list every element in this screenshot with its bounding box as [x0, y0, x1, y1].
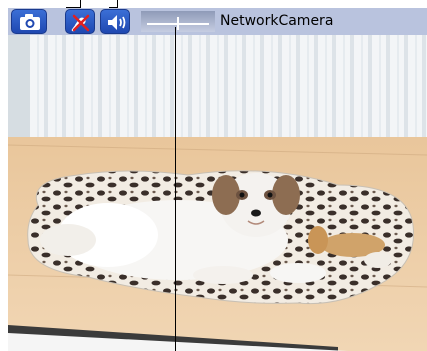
speaker-button[interactable]: [100, 9, 130, 34]
camera-icon: [20, 14, 40, 30]
microphone-muted-icon: [71, 14, 90, 32]
camera-toolbar: NetworkCamera: [8, 8, 427, 35]
camera-live-view: [8, 35, 427, 351]
callout-line-volume: [175, 27, 176, 351]
camera-image: [8, 35, 427, 351]
volume-slider[interactable]: [141, 11, 215, 32]
volume-slider-thumb[interactable]: [177, 17, 179, 30]
speaker-icon: [108, 15, 126, 30]
microphone-button[interactable]: [65, 9, 95, 34]
snapshot-button[interactable]: [11, 9, 47, 34]
camera-name-label: NetworkCamera: [220, 13, 334, 29]
